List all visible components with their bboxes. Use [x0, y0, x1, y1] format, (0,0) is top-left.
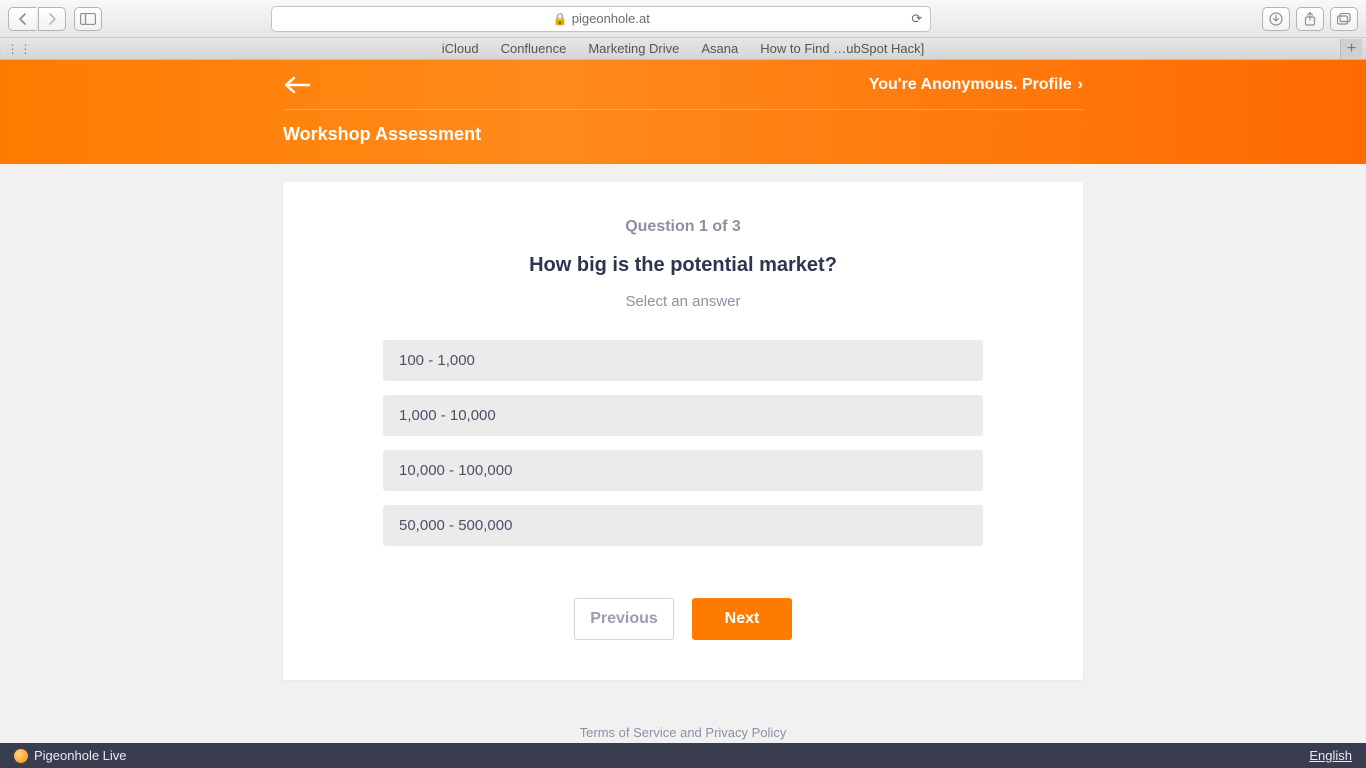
lock-icon: 🔒: [553, 12, 568, 26]
bookmark-items: iCloud Confluence Marketing Drive Asana …: [442, 41, 925, 56]
downloads-button[interactable]: [1262, 7, 1290, 31]
hero-banner: You're Anonymous. Profile › Workshop Ass…: [0, 60, 1366, 164]
profile-text: You're Anonymous. Profile: [869, 76, 1072, 94]
terms-link[interactable]: Terms of Service: [580, 725, 677, 740]
bookmark-item[interactable]: Asana: [701, 41, 738, 56]
status-bar: Pigeonhole Live English: [0, 743, 1366, 768]
new-tab-button[interactable]: +: [1340, 39, 1362, 59]
answer-option[interactable]: 50,000 - 500,000: [383, 505, 983, 546]
next-button[interactable]: Next: [692, 598, 792, 640]
reload-icon[interactable]: ⟳: [911, 11, 922, 27]
back-arrow-icon[interactable]: [283, 76, 311, 94]
share-button[interactable]: [1296, 7, 1324, 31]
answer-list: 100 - 1,000 1,000 - 10,000 10,000 - 100,…: [383, 340, 983, 546]
nav-buttons: Previous Next: [323, 598, 1043, 640]
tabs-button[interactable]: [1330, 7, 1358, 31]
sidebar-toggle-button[interactable]: [74, 7, 102, 31]
chevron-right-icon: ›: [1078, 76, 1083, 94]
privacy-link[interactable]: Privacy Policy: [705, 725, 786, 740]
answer-option[interactable]: 10,000 - 100,000: [383, 450, 983, 491]
question-progress: Question 1 of 3: [323, 218, 1043, 236]
language-selector[interactable]: English: [1309, 748, 1352, 763]
address-domain: pigeonhole.at: [572, 11, 650, 26]
bookmarks-grid-icon[interactable]: ⋮⋮⋮: [4, 42, 22, 56]
question-text: How big is the potential market?: [323, 254, 1043, 277]
bookmarks-bar: ⋮⋮⋮ iCloud Confluence Marketing Drive As…: [0, 38, 1366, 60]
forward-button[interactable]: [38, 7, 66, 31]
bookmark-item[interactable]: Confluence: [501, 41, 567, 56]
browser-toolbar: 🔒 pigeonhole.at ⟳: [0, 0, 1366, 38]
page-title: Workshop Assessment: [283, 110, 1083, 145]
brand-name: Pigeonhole Live: [34, 748, 127, 763]
profile-link[interactable]: You're Anonymous. Profile ›: [869, 76, 1083, 94]
nav-button-group: [8, 7, 66, 31]
legal-footer: Terms of Service and Privacy Policy: [0, 725, 1366, 740]
bookmark-item[interactable]: Marketing Drive: [588, 41, 679, 56]
content-area: Question 1 of 3 How big is the potential…: [0, 164, 1366, 743]
bookmark-item[interactable]: iCloud: [442, 41, 479, 56]
question-card: Question 1 of 3 How big is the potential…: [283, 182, 1083, 680]
bookmark-item[interactable]: How to Find …ubSpot Hack]: [760, 41, 924, 56]
address-bar[interactable]: 🔒 pigeonhole.at ⟳: [271, 6, 931, 32]
back-button[interactable]: [8, 7, 36, 31]
previous-button[interactable]: Previous: [574, 598, 674, 640]
question-help: Select an answer: [323, 293, 1043, 310]
toolbar-right: [1262, 7, 1358, 31]
answer-option[interactable]: 100 - 1,000: [383, 340, 983, 381]
legal-and: and: [676, 725, 705, 740]
brand-icon: [14, 749, 28, 763]
answer-option[interactable]: 1,000 - 10,000: [383, 395, 983, 436]
